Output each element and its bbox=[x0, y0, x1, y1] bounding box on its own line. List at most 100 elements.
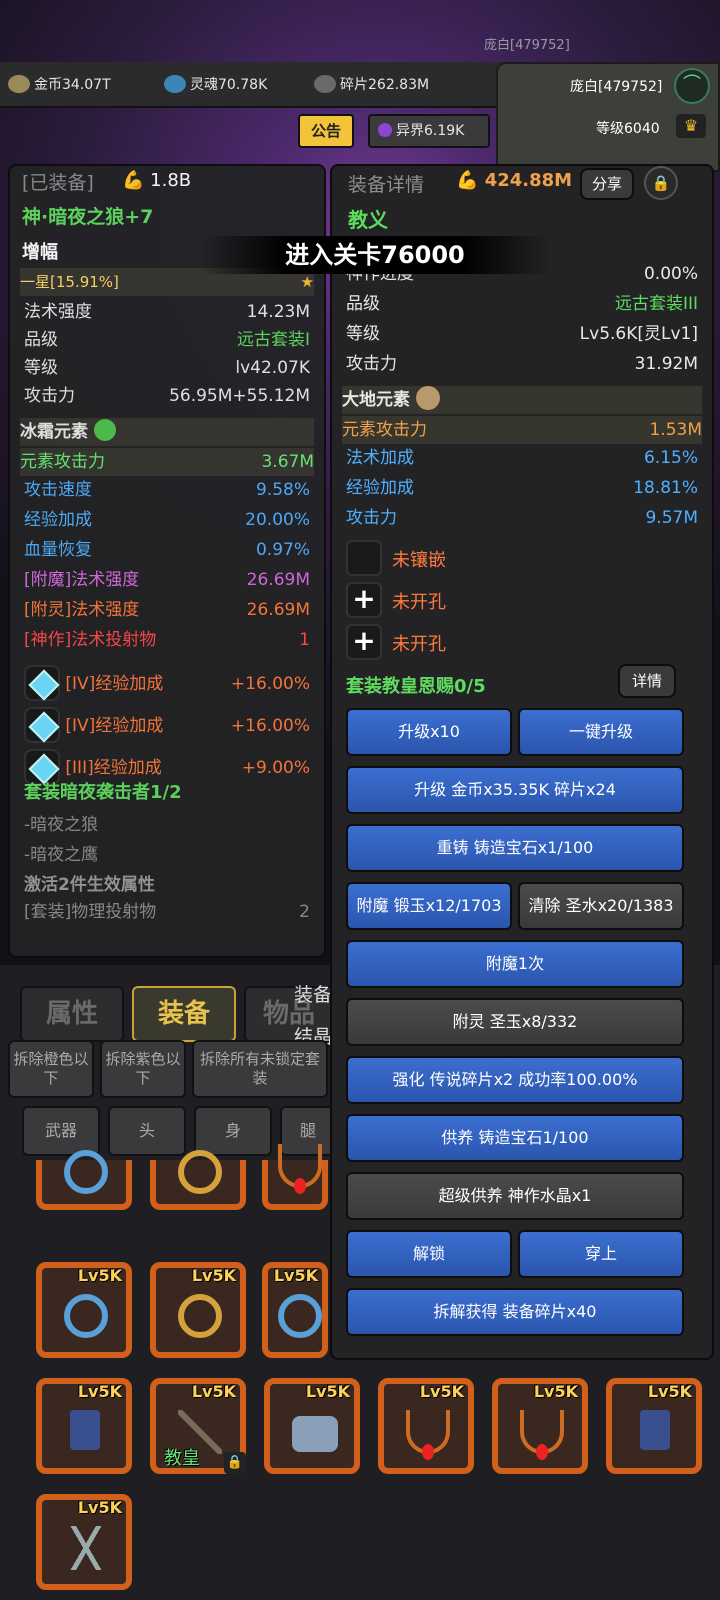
muscle-icon: 💪 bbox=[122, 170, 145, 191]
unlock-button[interactable]: 解锁 bbox=[346, 1230, 512, 1278]
stat-row: 元素攻击力 3.67M bbox=[20, 448, 314, 476]
item-slot[interactable]: Lv5K 教皇 🔒 bbox=[150, 1378, 246, 1474]
upgrade-cost-button[interactable]: 升级 金币x35.35K 碎片x24 bbox=[346, 766, 684, 814]
set-detail-button[interactable]: 详情 bbox=[618, 664, 676, 698]
otherworld-button[interactable]: 异界6.19K bbox=[368, 114, 490, 148]
item-slot[interactable]: Lv5K bbox=[264, 1378, 360, 1474]
element-name: 冰霜元素 bbox=[20, 422, 88, 442]
super-nurture-button[interactable]: 超级供养 神作水晶x1 bbox=[346, 1172, 684, 1220]
item-slot-partial[interactable] bbox=[150, 1150, 246, 1210]
stat-row: 攻击力 9.57M bbox=[346, 504, 698, 532]
item-slot[interactable]: Lv5K bbox=[606, 1378, 702, 1474]
stat-row: 法术强度 14.23M bbox=[24, 298, 310, 326]
item-slot[interactable]: Lv5K bbox=[36, 1262, 132, 1358]
plus-icon[interactable]: + bbox=[346, 624, 382, 660]
reforge-button[interactable]: 重铸 铸造宝石x1/100 bbox=[346, 824, 684, 872]
tab-equipment[interactable]: 装备 bbox=[132, 986, 236, 1042]
socket-label: 未开孔 bbox=[392, 592, 446, 613]
socket-label: 未镶嵌 bbox=[392, 550, 446, 571]
stat-value: 20.00% bbox=[245, 510, 310, 530]
stat-label: 经验加成 bbox=[346, 478, 414, 498]
dismantle-orange-button[interactable]: 拆除橙色以下 bbox=[8, 1040, 94, 1098]
player-name: 庞白[479752] bbox=[570, 79, 663, 95]
soul-icon bbox=[164, 75, 186, 93]
item-level: Lv5K bbox=[533, 1382, 578, 1401]
stat-label: 品级 bbox=[24, 330, 58, 350]
lock-toggle-icon[interactable]: 🔒 bbox=[644, 166, 678, 200]
item-slot[interactable]: Lv5K bbox=[492, 1378, 588, 1474]
stat-value: 31.92M bbox=[634, 354, 698, 374]
enchant-button[interactable]: 附魔 锻玉x12/1703 bbox=[346, 882, 512, 930]
item-slot-partial[interactable] bbox=[36, 1150, 132, 1210]
dismantle-purple-button[interactable]: 拆除紫色以下 bbox=[100, 1040, 186, 1098]
plus-icon[interactable]: + bbox=[346, 582, 382, 618]
upgrade-x10-button[interactable]: 升级x10 bbox=[346, 708, 512, 756]
stat-label: 攻击力 bbox=[346, 354, 397, 374]
crown-icon[interactable]: ♛ bbox=[676, 114, 706, 138]
stat-row: 等级 lv42.07K bbox=[24, 354, 310, 382]
gem-value: +16.00% bbox=[230, 674, 310, 694]
stat-value: 18.81% bbox=[633, 478, 698, 498]
stat-value: 0.97% bbox=[255, 540, 310, 560]
slot-tab-weapon[interactable]: 武器 bbox=[22, 1106, 100, 1156]
ring-icon bbox=[64, 1294, 108, 1338]
item-slot-partial[interactable] bbox=[262, 1144, 328, 1210]
clear-enchant-button[interactable]: 清除 圣水x20/1383 bbox=[518, 882, 684, 930]
spirit-button[interactable]: 附灵 圣玉x8/332 bbox=[346, 998, 684, 1046]
equipped-header: [已装备] bbox=[22, 172, 94, 194]
necklace-icon bbox=[278, 1144, 322, 1194]
equipped-power: 💪 1.8B bbox=[122, 170, 191, 191]
coin-amount: 金币34.07T bbox=[34, 77, 111, 93]
item-slot[interactable]: Lv5K bbox=[378, 1378, 474, 1474]
stage-banner: 进入关卡76000 bbox=[200, 236, 550, 274]
game-screen: 庞白[479752] 金币34.07T 灵魂70.78K 碎片262.83M 庞… bbox=[0, 0, 720, 1600]
signal-icon[interactable]: ⌒ bbox=[674, 68, 710, 104]
enchant-once-button[interactable]: 附魔1次 bbox=[346, 940, 684, 988]
stat-value: 26.69M bbox=[246, 600, 310, 620]
equipment-detail-panel: 装备详情 💪 424.88M 分享 🔒 教义 神作进度 0.00% 品级 远古套装I… bbox=[330, 164, 714, 1360]
shard-icon bbox=[314, 75, 336, 93]
resource-bar: 金币34.07T 灵魂70.78K 碎片262.83M bbox=[0, 62, 510, 108]
set-bonus-row: [套装]物理投射物 2 bbox=[24, 898, 310, 926]
notice-button[interactable]: 公告 bbox=[298, 114, 354, 148]
stat-label: [附魔]法术强度 bbox=[24, 570, 140, 590]
stat-label: 等级 bbox=[346, 324, 380, 344]
stat-label: 经验加成 bbox=[24, 510, 92, 530]
empty-socket-icon[interactable] bbox=[346, 540, 382, 576]
tab-attributes[interactable]: 属性 bbox=[20, 986, 124, 1042]
detail-power: 💪 424.88M bbox=[456, 170, 572, 191]
element-title-row: 大地元素 bbox=[342, 386, 702, 414]
item-slot[interactable]: Lv5K bbox=[36, 1494, 132, 1590]
nurture-button[interactable]: 供养 铸造宝石1/100 bbox=[346, 1114, 684, 1162]
stat-value: Lv5.6K[灵Lv1] bbox=[579, 324, 698, 344]
stat-row: [神作]法术投射物 1 bbox=[24, 626, 310, 654]
dismantle-unlocked-button[interactable]: 拆除所有未锁定套装 bbox=[192, 1040, 328, 1098]
player-level: 等级6040 bbox=[596, 121, 660, 137]
one-click-upgrade-button[interactable]: 一键升级 bbox=[518, 708, 684, 756]
stat-value: 3.67M bbox=[261, 452, 314, 472]
stat-label: 元素攻击力 bbox=[342, 420, 427, 440]
mountain-icon bbox=[415, 386, 440, 410]
section-title: 增幅 bbox=[22, 242, 58, 263]
stat-value: 56.95M+55.12M bbox=[169, 386, 310, 406]
item-slot[interactable]: Lv5K bbox=[150, 1262, 246, 1358]
equip-button[interactable]: 穿上 bbox=[518, 1230, 684, 1278]
item-level: Lv5K bbox=[77, 1382, 122, 1401]
strengthen-button[interactable]: 强化 传说碎片x2 成功率100.00% bbox=[346, 1056, 684, 1104]
boot-icon bbox=[70, 1410, 100, 1450]
leaf-icon bbox=[93, 419, 116, 441]
stat-value: 1 bbox=[299, 630, 310, 650]
slot-tab-head[interactable]: 头 bbox=[108, 1106, 186, 1156]
gem-value: +9.00% bbox=[241, 758, 310, 778]
item-slot[interactable]: Lv5K bbox=[36, 1378, 132, 1474]
gem-text: [III]经验加成 bbox=[65, 758, 162, 778]
share-button[interactable]: 分享 bbox=[580, 168, 634, 200]
dismantle-button[interactable]: 拆解获得 装备碎片x40 bbox=[346, 1288, 684, 1336]
slot-tab-body[interactable]: 身 bbox=[194, 1106, 272, 1156]
stat-row: 经验加成 20.00% bbox=[24, 506, 310, 534]
stat-label: 血量恢复 bbox=[24, 540, 92, 560]
stat-row: 等级 Lv5.6K[灵Lv1] bbox=[346, 320, 698, 348]
stat-label: 法术强度 bbox=[24, 302, 92, 322]
item-slot[interactable]: Lv5K bbox=[262, 1262, 328, 1358]
gem-text: [IV]经验加成 bbox=[65, 716, 164, 736]
